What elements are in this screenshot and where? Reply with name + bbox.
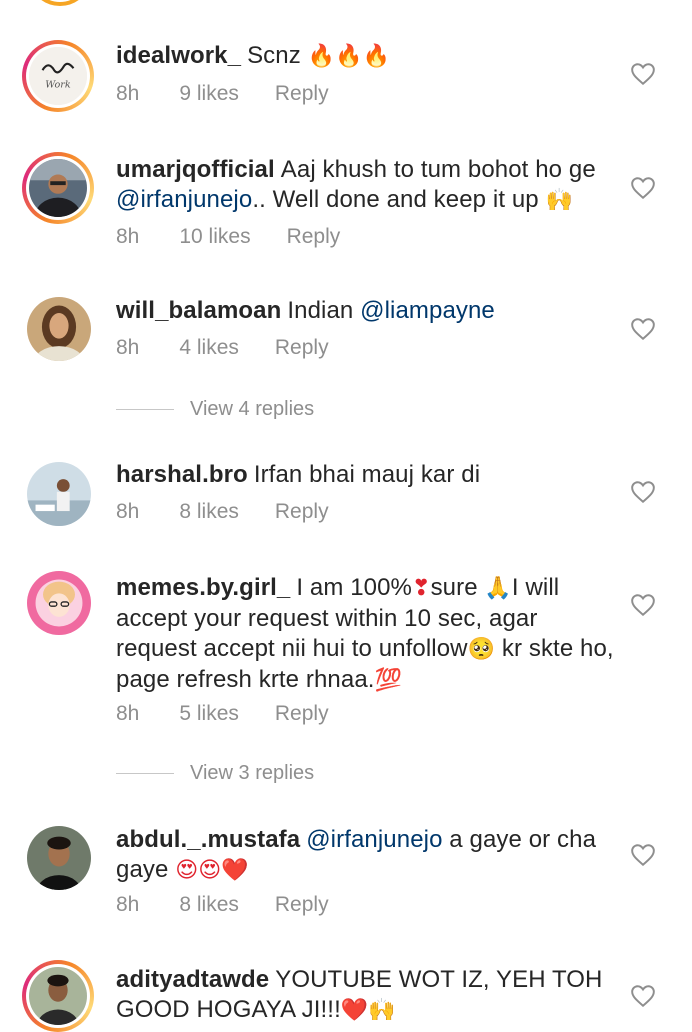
reply-button[interactable]: Reply: [275, 893, 329, 917]
like-heart-icon[interactable]: [630, 984, 656, 1008]
view-replies-button[interactable]: View 4 replies: [116, 398, 314, 421]
avatar-photo: [29, 967, 87, 1025]
reply-button[interactable]: Reply: [275, 702, 329, 726]
like-heart-icon[interactable]: [630, 62, 656, 86]
comment-body: .. Well done and keep it up: [252, 186, 546, 213]
heart-exclamation-emoji: ❣: [412, 576, 431, 601]
raising-hands-emoji: 🙌: [545, 188, 574, 213]
hundred-points-emoji: 💯: [374, 668, 403, 693]
comment-text: will_balamoan Indian @liampayne: [116, 296, 616, 326]
comment-body: sure: [430, 574, 485, 601]
comment-time: 8h: [116, 225, 140, 248]
comment-username[interactable]: idealwork_: [116, 42, 241, 69]
avatar-photo: [27, 462, 91, 526]
comment-username[interactable]: memes.by.girl_: [116, 574, 290, 601]
comment-meta: 8h 5 likes Reply: [116, 702, 369, 726]
comment-body: Aaj khush to tum bohot ho ge: [280, 156, 596, 183]
reply-button[interactable]: Reply: [287, 225, 341, 249]
avatar[interactable]: [27, 571, 91, 635]
comment-likes[interactable]: 8 likes: [179, 500, 239, 524]
reply-button[interactable]: Reply: [275, 336, 329, 360]
heart-eyes-emoji: 😍😍❤️: [175, 858, 249, 883]
avatar[interactable]: Work: [22, 40, 94, 112]
comment-time: 8h: [116, 893, 140, 916]
comment-likes[interactable]: 4 likes: [179, 336, 239, 360]
comment-body: Irfan bhai mauj kar di: [253, 461, 481, 488]
like-heart-icon[interactable]: [630, 317, 656, 341]
comment-likes[interactable]: 9 likes: [179, 82, 239, 106]
comment-text: memes.by.girl_ I am 100%❣sure 🙏I will acc…: [116, 573, 616, 696]
idealwork-logo: Work: [29, 47, 87, 105]
comment-body: I am 100%: [296, 574, 413, 601]
like-heart-icon[interactable]: [630, 176, 656, 200]
comment-meta: 8h 8 likes Reply: [116, 893, 369, 917]
mention-link[interactable]: @irfanjunejo: [306, 826, 442, 853]
comment-body: Scnz: [247, 42, 308, 69]
like-heart-icon[interactable]: [630, 593, 656, 617]
comment-time: 8h: [116, 500, 140, 523]
comment-time: 8h: [116, 336, 140, 359]
comment-text: umarjqofficial Aaj khush to tum bohot ho …: [116, 155, 616, 216]
avatar-photo: [27, 826, 91, 890]
comment-text: harshal.bro Irfan bhai mauj kar di: [116, 460, 616, 490]
divider-line: [116, 773, 174, 774]
avatar[interactable]: [27, 462, 91, 526]
comment-username[interactable]: abdul._.mustafa: [116, 826, 300, 853]
heart-and-hands-emoji: ❤️🙌: [340, 998, 396, 1023]
mention-link[interactable]: @irfanjunejo: [116, 186, 252, 213]
comment-username[interactable]: will_balamoan: [116, 297, 281, 324]
previous-avatar-ring: [28, 0, 92, 6]
folded-hands-emoji: 🙏: [484, 576, 512, 601]
reply-button[interactable]: Reply: [275, 82, 329, 106]
comment-username[interactable]: umarjqofficial: [116, 156, 275, 183]
like-heart-icon[interactable]: [630, 843, 656, 867]
comment-meta: 8h 10 likes Reply: [116, 225, 380, 249]
like-heart-icon[interactable]: [630, 480, 656, 504]
comment-text: adityadtawde YOUTUBE WOT IZ, YEH TOH GOOD…: [116, 965, 616, 1026]
pleading-face-emoji: 🥺: [467, 637, 496, 662]
avatar[interactable]: [22, 152, 94, 224]
comment-time: 8h: [116, 702, 140, 725]
comment-username[interactable]: harshal.bro: [116, 461, 248, 488]
avatar-photo: [27, 571, 91, 635]
comment-time: 8h: [116, 82, 140, 105]
view-replies-button[interactable]: View 3 replies: [116, 762, 314, 785]
avatar[interactable]: [27, 297, 91, 361]
fire-emoji: 🔥🔥🔥: [307, 44, 391, 69]
comment-body: Indian: [287, 297, 361, 324]
comment-likes[interactable]: 10 likes: [179, 225, 250, 249]
comment-meta: 8h 9 likes Reply: [116, 82, 369, 106]
reply-button[interactable]: Reply: [275, 500, 329, 524]
comment-likes[interactable]: 5 likes: [179, 702, 239, 726]
svg-text:Work: Work: [45, 80, 71, 91]
view-replies-label[interactable]: View 3 replies: [190, 762, 314, 785]
avatar[interactable]: [27, 826, 91, 890]
avatar-photo: [29, 159, 87, 217]
avatar-photo: [27, 297, 91, 361]
view-replies-label[interactable]: View 4 replies: [190, 398, 314, 421]
comment-likes[interactable]: 8 likes: [179, 893, 239, 917]
comment-text: idealwork_ Scnz 🔥🔥🔥: [116, 41, 616, 72]
comment-text: abdul._.mustafa @irfanjunejo a gaye or ch…: [116, 825, 616, 886]
mention-link[interactable]: @liampayne: [360, 297, 495, 324]
divider-line: [116, 409, 174, 410]
comment-username[interactable]: adityadtawde: [116, 966, 269, 993]
comment-meta: 8h 8 likes Reply: [116, 500, 369, 524]
comment-meta: 8h 4 likes Reply: [116, 336, 369, 360]
avatar[interactable]: [22, 960, 94, 1032]
